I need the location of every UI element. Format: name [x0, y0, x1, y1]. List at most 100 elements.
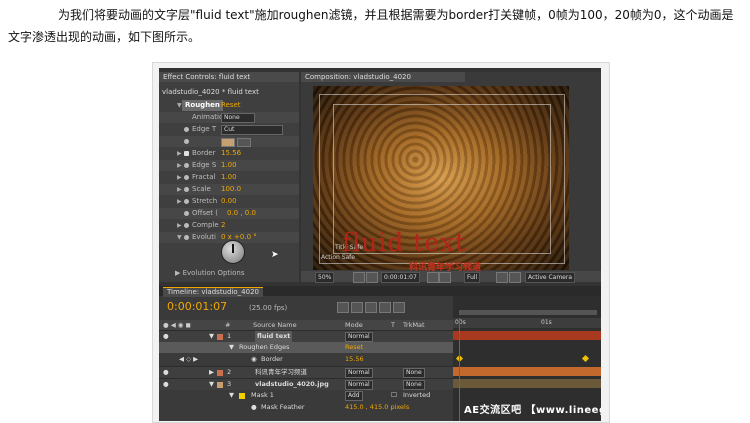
zoom-dropdown[interactable]: 50%	[315, 272, 335, 283]
eyedropper-icon[interactable]	[237, 138, 251, 147]
stopwatch-active-icon[interactable]: ◉	[251, 354, 257, 365]
fractal-value[interactable]: 1.00	[221, 172, 237, 183]
safe-zones-icon[interactable]	[353, 272, 365, 283]
hide-shy-icon[interactable]	[365, 302, 377, 313]
twirl-icon[interactable]: ▶	[209, 367, 214, 378]
effect-controls-header[interactable]: Effect Controls: fluid text	[159, 72, 299, 82]
resolution-dropdown[interactable]: Full	[464, 272, 481, 283]
mode-dropdown[interactable]: Normal	[345, 380, 373, 390]
twirl-icon[interactable]: ▼	[209, 331, 214, 342]
chinese-text-layer[interactable]: 科讯青年学习频道	[409, 260, 481, 273]
eye-icon[interactable]: ●	[163, 331, 169, 342]
stopwatch-icon[interactable]	[184, 175, 189, 180]
complexity-value[interactable]: 2	[221, 220, 225, 231]
layer-1-duration-bar[interactable]	[453, 331, 601, 340]
stopwatch-active-icon[interactable]	[184, 151, 189, 156]
label-color-swatch[interactable]	[217, 382, 223, 388]
frame-blending-icon[interactable]	[379, 302, 391, 313]
inverted-checkbox[interactable]: ☐	[391, 390, 397, 401]
layer-name[interactable]: fluid text	[255, 331, 293, 342]
motion-blur-icon[interactable]	[393, 302, 405, 313]
composition-header[interactable]: Composition: vladstudio_4020	[301, 72, 465, 82]
twirl-icon[interactable]: ▼	[209, 379, 214, 390]
color-swatch[interactable]	[221, 138, 235, 147]
twirl-icon[interactable]: ▼	[229, 390, 234, 401]
mask-row[interactable]: ▼ Mask 1 Add ☐ Inverted	[159, 390, 453, 401]
trkmat-header[interactable]: TrkMat	[403, 320, 425, 330]
layer-2-duration-bar[interactable]	[453, 367, 601, 376]
stopwatch-icon[interactable]	[184, 235, 189, 240]
work-area-bar[interactable]	[459, 310, 597, 315]
source-name-header[interactable]: Source Name	[253, 320, 297, 330]
draft-3d-icon[interactable]	[351, 302, 363, 313]
snapshot-icon[interactable]	[427, 272, 439, 283]
mask-color-swatch[interactable]	[239, 393, 245, 399]
evolution-dial[interactable]	[221, 240, 245, 264]
trkmat-dropdown[interactable]: None	[403, 368, 425, 378]
edge-sharpness-value[interactable]: 1.00	[221, 160, 237, 171]
expand-triangle-icon[interactable]: ▶	[177, 196, 182, 207]
transparency-grid-icon[interactable]	[509, 272, 521, 283]
live-update-icon[interactable]	[337, 302, 349, 313]
edge-type-dropdown[interactable]: Cut	[221, 125, 283, 135]
current-time-indicator[interactable]	[459, 318, 460, 421]
label-color-swatch[interactable]	[217, 370, 223, 376]
label-color-swatch[interactable]	[217, 334, 223, 340]
stopwatch-icon[interactable]	[184, 163, 189, 168]
mode-dropdown[interactable]: Normal	[345, 332, 373, 342]
layer-row-2[interactable]: ● ▶ 2 科讯青年学习频道 Normal None	[159, 366, 453, 378]
twirl-icon[interactable]: ▼	[229, 342, 234, 353]
region-of-interest-icon[interactable]	[496, 272, 508, 283]
layer-3-duration-bar[interactable]	[453, 379, 601, 388]
timeline-tab[interactable]: Timeline: vladstudio_4020	[163, 287, 263, 297]
stopwatch-icon[interactable]	[184, 223, 189, 228]
offset-value[interactable]: 0.0 , 0.0	[227, 208, 256, 219]
eye-icon[interactable]: ●	[163, 367, 169, 378]
reset-link[interactable]: Reset	[221, 100, 241, 111]
stopwatch-icon[interactable]	[184, 199, 189, 204]
stopwatch-icon[interactable]	[184, 127, 189, 132]
keyframe-icon[interactable]	[581, 354, 590, 363]
expand-triangle-icon[interactable]: ▶	[177, 148, 182, 159]
expand-triangle-icon[interactable]: ▶	[177, 172, 182, 183]
stopwatch-icon[interactable]	[184, 139, 189, 144]
border-property-row[interactable]: ◀ ◇ ▶ ◉ Border 15.56	[159, 354, 453, 365]
stopwatch-icon[interactable]	[184, 211, 189, 216]
expand-triangle-icon[interactable]: ▶	[177, 220, 182, 231]
stretch-value[interactable]: 0.00	[221, 196, 237, 207]
collapse-triangle-icon[interactable]: ▼	[177, 232, 182, 243]
animation-dropdown[interactable]: None	[221, 113, 255, 123]
effect-row[interactable]: ▼ Roughen Edges Reset	[159, 342, 453, 353]
mask-feather-row[interactable]: ● Mask Feather 415.0 , 415.0 pixels	[159, 402, 453, 413]
stopwatch-icon[interactable]	[184, 187, 189, 192]
layer-row-1[interactable]: ● ▼ 1 fluid text Normal	[159, 330, 453, 342]
property-value[interactable]: 15.56	[345, 354, 364, 365]
mask-name[interactable]: Mask 1	[251, 390, 274, 401]
layer-row-3[interactable]: ● ▼ 3 vladstudio_4020.jpg Normal None	[159, 378, 453, 390]
layer-name[interactable]: vladstudio_4020.jpg	[255, 379, 329, 390]
evolution-options[interactable]: ▶ Evolution Options	[175, 269, 244, 277]
keyframe-nav-icon[interactable]: ◀ ◇ ▶	[179, 354, 198, 365]
mask-mode-dropdown[interactable]: Add	[345, 391, 363, 401]
effect-reset-link[interactable]: Reset	[345, 342, 363, 353]
timecode-field[interactable]: 0:00:01:07	[381, 272, 420, 283]
eye-icon[interactable]: ●	[163, 379, 169, 390]
border-value[interactable]: 15.56	[221, 148, 241, 159]
layer-name[interactable]: 科讯青年学习频道	[255, 367, 307, 378]
camera-dropdown[interactable]: Active Camera	[525, 272, 576, 283]
trkmat-dropdown[interactable]: None	[403, 380, 425, 390]
time-ruler[interactable]: 00s 01s	[453, 318, 601, 328]
property-value[interactable]: 415.0 , 415.0 pixels	[345, 402, 409, 413]
stopwatch-icon[interactable]: ●	[251, 402, 257, 413]
current-time[interactable]: 0:00:01:07	[167, 300, 227, 313]
expand-triangle-icon[interactable]: ▶	[177, 184, 182, 195]
expand-triangle-icon[interactable]: ▶	[177, 160, 182, 171]
effect-header-row[interactable]: ▼ Roughen Reset	[159, 100, 299, 111]
show-channel-icon[interactable]	[439, 272, 451, 283]
scale-value[interactable]: 100.0	[221, 184, 241, 195]
mode-header[interactable]: Mode	[345, 320, 363, 330]
grid-icon[interactable]	[366, 272, 378, 283]
mode-dropdown[interactable]: Normal	[345, 368, 373, 378]
collapse-triangle-icon[interactable]: ▼	[177, 100, 182, 111]
fluid-text-layer[interactable]: fluid text	[342, 228, 466, 257]
